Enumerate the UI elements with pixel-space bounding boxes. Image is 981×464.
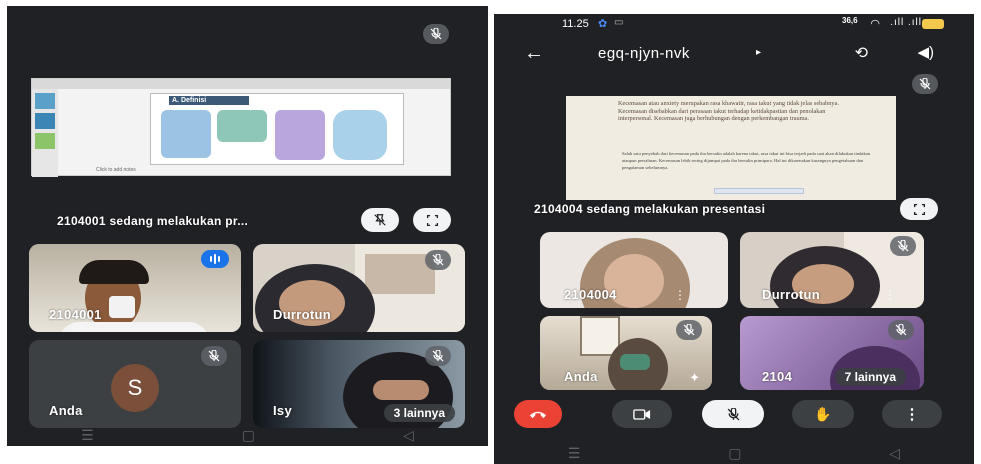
more-options-icon[interactable]: ⋮ — [884, 288, 896, 302]
mic-off-icon — [676, 320, 702, 340]
speaker-icon[interactable]: ◀) — [917, 43, 934, 61]
participant-tile[interactable]: Durrotun — [253, 244, 465, 332]
more-vert-icon: ⋮ — [904, 406, 920, 423]
raise-hand-button[interactable]: ✋ — [792, 400, 854, 428]
back-icon[interactable]: ◁ — [403, 427, 414, 444]
self-tile[interactable]: S Anda — [29, 340, 241, 428]
participant-name: 2104 — [762, 369, 793, 384]
mic-off-icon — [890, 236, 916, 256]
participant-tile[interactable]: 2104001 — [29, 244, 241, 332]
notes-placeholder: Click to add notes — [96, 167, 136, 173]
signal-icon: .ıll .ıll — [890, 17, 922, 28]
mic-off-icon — [912, 74, 938, 94]
slide-canvas: A. Definisi — [150, 93, 404, 165]
mic-off-icon — [425, 346, 451, 366]
home-icon[interactable]: ▢ — [728, 445, 741, 462]
shared-screen: A. Definisi Click to add notes — [31, 78, 451, 177]
mic-off-icon — [201, 346, 227, 366]
avatar: S — [111, 364, 159, 412]
participant-tile[interactable]: Isy 3 lainnya — [253, 340, 465, 428]
microphone-button[interactable] — [702, 400, 764, 428]
status-time: 11.25 — [562, 18, 589, 30]
participant-name: Durrotun — [762, 287, 820, 302]
participant-tile[interactable]: 2104 7 lainnya — [740, 316, 924, 390]
video-camera-icon — [633, 408, 651, 420]
system-nav-bar: ☰ ▢ ◁ — [7, 424, 488, 446]
shared-screen: Kecemasan atau anxiety merupakan rasa kh… — [566, 96, 896, 200]
back-arrow-icon[interactable]: ← — [524, 42, 544, 65]
call-controls: ✋ ⋮ — [494, 400, 974, 432]
presentation-tile[interactable]: Kecemasan atau anxiety merupakan rasa kh… — [512, 70, 952, 224]
participant-name: 2104001 — [49, 307, 102, 322]
participant-name: Anda — [564, 369, 598, 384]
unpin-icon — [374, 214, 386, 226]
unpin-button[interactable] — [361, 208, 399, 232]
fullscreen-button[interactable] — [413, 208, 451, 232]
left-meet-screen: A. Definisi Click to add notes 2104001 s… — [7, 6, 488, 446]
status-bar: 11.25 ✿ ▭ 36,6 ◠ .ıll .ıll — [494, 14, 974, 34]
right-meet-screen: 11.25 ✿ ▭ 36,6 ◠ .ıll .ıll ← egq-njyn-nv… — [494, 14, 974, 464]
presenter-caption: 2104004 sedang melakukan presentasi — [534, 202, 766, 216]
mic-off-icon — [423, 24, 449, 44]
more-participants-label[interactable]: 7 lainnya — [834, 368, 906, 386]
participant-name: 2104004 — [564, 287, 617, 302]
more-options-icon[interactable]: ⋮ — [674, 288, 686, 302]
network-speed: 36,6 — [842, 16, 858, 25]
presenter-caption: 2104001 sedang melakukan pr... — [57, 214, 249, 228]
mic-off-icon — [727, 407, 739, 420]
participant-tile[interactable]: 2104004 ⋮ — [540, 232, 728, 308]
participant-name: Isy — [273, 403, 292, 418]
slide-title: A. Definisi — [169, 96, 249, 105]
participant-name: Anda — [49, 403, 83, 418]
hand-icon: ✋ — [814, 405, 832, 422]
back-icon[interactable]: ◁ — [889, 445, 900, 462]
speaking-indicator — [201, 250, 229, 268]
mic-off-icon — [888, 320, 914, 340]
expand-icon[interactable]: ▸ — [756, 47, 761, 58]
home-icon[interactable]: ▢ — [242, 427, 255, 444]
mic-off-icon — [425, 250, 451, 270]
settings-icon: ✿ — [598, 18, 608, 30]
meeting-code[interactable]: egq-njyn-nvk — [598, 45, 690, 62]
recents-icon[interactable]: ☰ — [81, 427, 94, 444]
fullscreen-icon — [913, 203, 925, 215]
switch-camera-icon[interactable]: ⟲ — [855, 43, 868, 63]
camera-button[interactable] — [612, 400, 672, 428]
effects-icon[interactable]: ✦ — [689, 370, 700, 386]
recents-icon[interactable]: ☰ — [568, 445, 581, 462]
fullscreen-icon — [426, 214, 438, 226]
slide-paragraph-2: Salah satu penyebab dari kecemasan pada … — [622, 151, 871, 170]
slide-paragraph-1: Kecemasan atau anxiety merupakan rasa kh… — [618, 100, 839, 123]
self-tile[interactable]: Anda ✦ — [540, 316, 712, 390]
participant-name: Durrotun — [273, 307, 331, 322]
hang-up-icon — [529, 411, 547, 418]
presentation-tile[interactable]: A. Definisi Click to add notes 2104001 s… — [29, 16, 465, 238]
battery-icon — [922, 19, 944, 29]
meeting-header: ← egq-njyn-nvk ▸ ⟲ ◀) — [494, 40, 974, 70]
end-call-button[interactable] — [514, 400, 562, 428]
wifi-icon: ◠ — [870, 18, 880, 30]
fullscreen-button[interactable] — [900, 198, 938, 220]
system-nav-bar: ☰ ▢ ◁ — [494, 442, 974, 464]
cast-icon: ▭ — [614, 17, 624, 28]
more-options-button[interactable]: ⋮ — [882, 400, 942, 428]
participant-tile[interactable]: Durrotun ⋮ — [740, 232, 924, 308]
more-participants-label[interactable]: 3 lainnya — [383, 404, 455, 422]
